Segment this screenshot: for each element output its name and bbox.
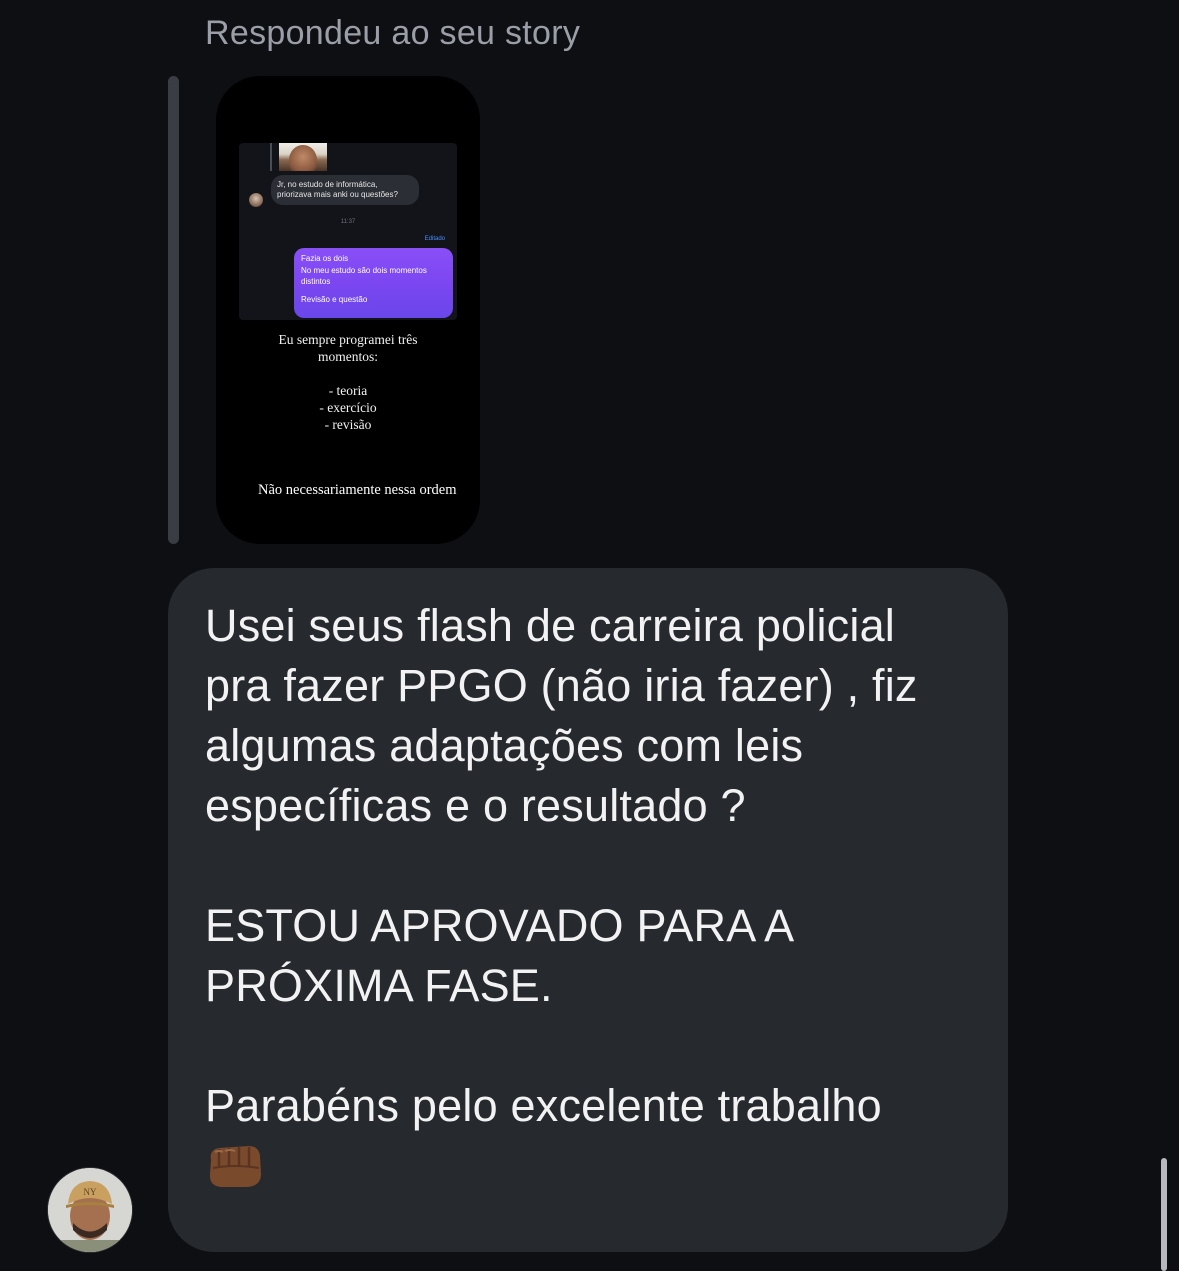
story-preview[interactable]: Jr, no estudo de informática, priorizava… bbox=[216, 76, 480, 544]
story-list-item: - revisão bbox=[324, 417, 372, 432]
message-bubble[interactable]: Usei seus flash de carreira policial pra… bbox=[168, 568, 1008, 1252]
svg-text:NY: NY bbox=[84, 1187, 97, 1197]
outgoing-line: Revisão e questão bbox=[301, 294, 368, 304]
dm-thread: Respondeu ao seu story Jr, no estudo de … bbox=[0, 0, 1179, 1271]
story-list-item: - teoria bbox=[328, 383, 368, 398]
outgoing-line: No meu estudo são dois momentos bbox=[301, 265, 427, 275]
profile-photo: NY bbox=[48, 1168, 132, 1252]
message-line: Usei seus flash de carreira policial bbox=[205, 600, 896, 651]
story-list-item: - exercício bbox=[319, 400, 377, 415]
quoted-photo-thumbnail bbox=[279, 143, 327, 171]
story-text-line: Eu sempre programei três bbox=[278, 332, 418, 347]
story-text-line: momentos: bbox=[318, 349, 378, 364]
outgoing-message-bubble: Fazia os dois No meu estudo são dois mom… bbox=[294, 248, 453, 318]
quote-bar bbox=[270, 143, 272, 171]
reply-indicator-bar bbox=[168, 76, 179, 544]
reply-caption: Respondeu ao seu story bbox=[205, 14, 581, 52]
message-time: 11:37 bbox=[340, 219, 356, 225]
edited-label: Editado bbox=[424, 236, 445, 242]
fist-bump-icon bbox=[209, 1146, 261, 1187]
message-line: algumas adaptações com leis bbox=[205, 720, 804, 771]
outgoing-line: distintos bbox=[301, 277, 331, 286]
message-line: ESTOU APROVADO PARA A bbox=[205, 900, 795, 951]
outgoing-line: Fazia os dois bbox=[301, 254, 349, 263]
incoming-message-line: Jr, no estudo de informática, bbox=[277, 180, 378, 189]
message-line: específicas e o resultado ? bbox=[205, 780, 746, 831]
sender-avatar[interactable]: NY bbox=[48, 1168, 132, 1252]
sender-avatar bbox=[249, 193, 263, 207]
story-footer-text: Não necessariamente nessa ordem bbox=[258, 482, 457, 498]
incoming-message-line: priorizava mais anki ou questões? bbox=[277, 190, 398, 199]
scrollbar[interactable] bbox=[1161, 1158, 1167, 1271]
message-line: pra fazer PPGO (não iria fazer) , fiz bbox=[205, 660, 918, 711]
message-line: PRÓXIMA FASE. bbox=[205, 960, 553, 1011]
story-chat-screenshot: Jr, no estudo de informática, priorizava… bbox=[239, 143, 457, 320]
incoming-message-bubble: Jr, no estudo de informática, priorizava… bbox=[271, 175, 419, 205]
message-line: Parabéns pelo excelente trabalho bbox=[205, 1080, 882, 1131]
